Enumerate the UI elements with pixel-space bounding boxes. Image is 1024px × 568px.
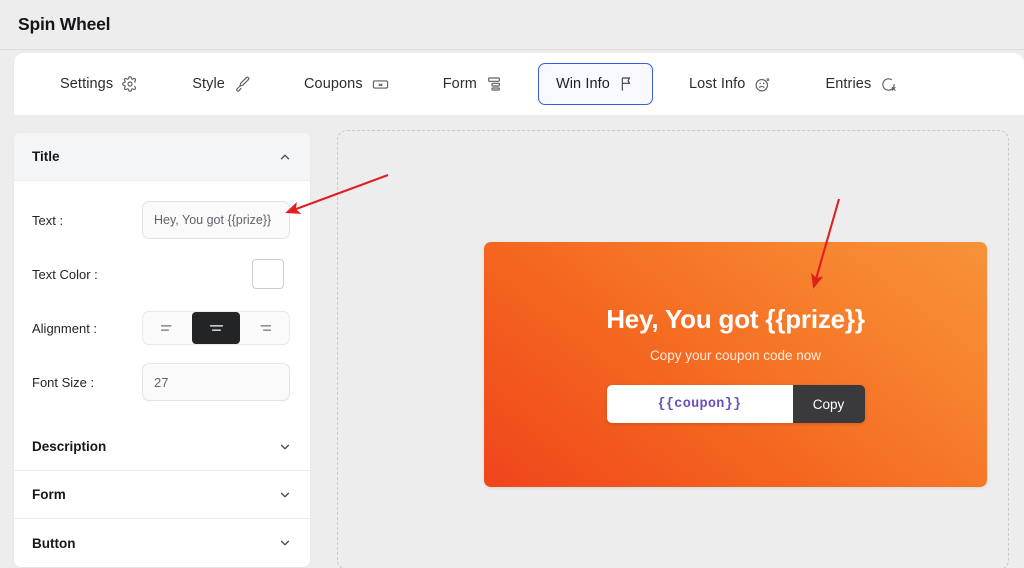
app-root: Spin Wheel Settings Style Coupons Form W… <box>0 0 1024 568</box>
preview-canvas: Hey, You got {{prize}} Copy your coupon … <box>337 130 1009 568</box>
text-field-label: Text : <box>32 212 64 228</box>
chevron-down-icon <box>278 488 292 502</box>
page-title: Spin Wheel <box>18 14 111 34</box>
coupon-bar: {{coupon}} Copy <box>606 385 865 423</box>
field-row-font-size: Font Size : <box>14 355 310 409</box>
tab-lost-info[interactable]: Lost Info <box>671 63 790 105</box>
tab-win-info-label: Win Info <box>555 76 610 92</box>
accordion-title-form: Form <box>32 487 66 502</box>
accordion-header-description[interactable]: Description <box>14 423 310 471</box>
text-color-field-label: Text Color : <box>32 266 98 282</box>
tab-settings[interactable]: Settings <box>42 63 156 105</box>
field-row-alignment: Alignment : <box>14 301 310 355</box>
accordion-title-button: Button <box>32 535 76 551</box>
coupon-code-field[interactable]: {{coupon}} <box>606 385 793 423</box>
tab-coupons[interactable]: Coupons <box>286 63 407 105</box>
chevron-down-icon <box>278 536 292 550</box>
align-right-button[interactable] <box>240 312 289 344</box>
tab-entries-label: Entries <box>825 76 872 92</box>
alignment-button-group <box>142 311 290 345</box>
accordion-header-button[interactable]: Button <box>14 519 310 567</box>
accordion-header-form[interactable]: Form <box>14 471 310 519</box>
form-rows-icon <box>486 76 502 92</box>
gear-icon <box>122 76 138 92</box>
tab-form[interactable]: Form <box>425 63 520 105</box>
align-center-button[interactable] <box>191 312 241 344</box>
brush-icon <box>234 76 250 92</box>
tab-win-info[interactable]: Win Info <box>537 63 653 105</box>
accordion-title-description: Description <box>32 439 107 454</box>
tab-style[interactable]: Style <box>174 63 268 105</box>
accordion-title-title: Title <box>32 149 60 164</box>
field-row-text: Text : <box>14 193 310 247</box>
tab-form-label: Form <box>442 76 477 92</box>
tab-settings-label: Settings <box>60 76 114 92</box>
page-header: Spin Wheel <box>0 0 1024 50</box>
copy-button[interactable]: Copy <box>792 385 865 423</box>
tab-lost-info-label: Lost Info <box>688 76 746 92</box>
chevron-up-icon <box>278 150 292 164</box>
face-x-icon <box>880 76 897 93</box>
align-left-button[interactable] <box>143 312 192 344</box>
accordion-body-title: Text : Text Color : Alignment : <box>14 181 310 423</box>
tab-entries[interactable]: Entries <box>807 63 915 105</box>
preview-subtitle: Copy your coupon code now <box>649 348 822 363</box>
tab-bar: Settings Style Coupons Form Win Info Los… <box>14 53 1024 115</box>
field-row-text-color: Text Color : <box>14 247 310 301</box>
ticket-x-icon <box>372 76 389 93</box>
text-color-swatch[interactable] <box>252 259 284 289</box>
accordion-header-title[interactable]: Title <box>14 133 310 181</box>
alignment-field-label: Alignment : <box>32 320 98 336</box>
body-region: Title Text : Text Color : <box>0 115 1024 568</box>
preview-title: Hey, You got {{prize}} <box>606 304 865 334</box>
title-text-input[interactable] <box>142 201 290 239</box>
tab-style-label: Style <box>192 76 225 92</box>
flag-icon <box>619 76 635 92</box>
win-info-preview-card[interactable]: Hey, You got {{prize}} Copy your coupon … <box>484 242 987 487</box>
settings-panel: Title Text : Text Color : <box>14 133 310 567</box>
sad-face-icon <box>754 76 771 93</box>
font-size-field-label: Font Size : <box>32 374 95 390</box>
tab-coupons-label: Coupons <box>303 76 363 92</box>
font-size-input[interactable] <box>142 363 290 401</box>
chevron-down-icon <box>278 440 292 454</box>
